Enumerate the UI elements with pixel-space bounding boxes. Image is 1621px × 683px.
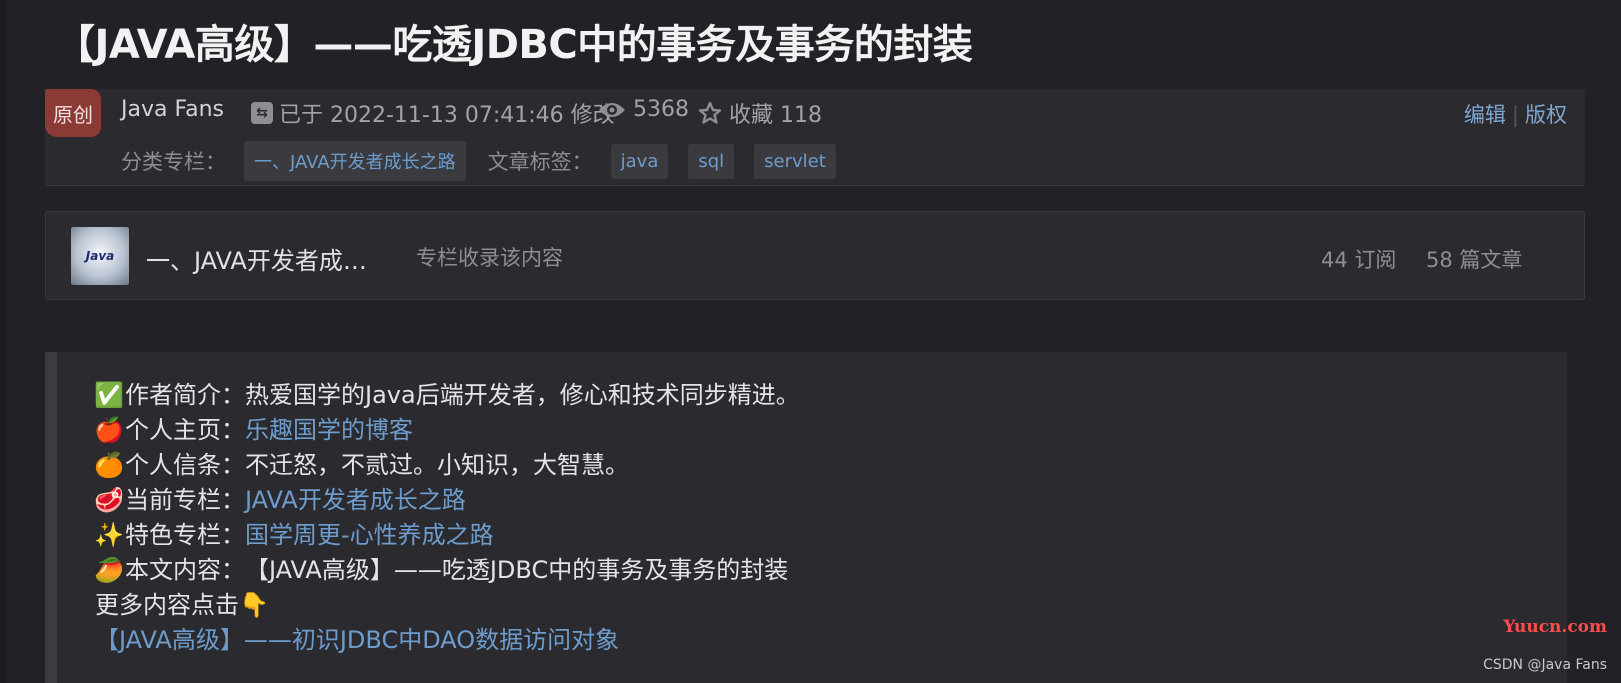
tag-sql[interactable]: sql: [688, 143, 735, 179]
check-mark-icon: ✅: [94, 381, 124, 409]
column-note: 专栏收录该内容: [416, 246, 563, 270]
related-article-line: 【JAVA高级】——初识JDBC中DAO数据访问对象: [95, 623, 800, 658]
article-meta-box: 原创 Java Fans ⇆ 已于 2022-11-13 07:41:46 修改…: [45, 89, 1585, 186]
view-count-text: 5368: [633, 97, 689, 122]
eye-icon: [597, 99, 627, 121]
intro-value: 【JAVA高级】——吃透JDBC中的事务及事务的封装: [245, 556, 789, 584]
category-pill[interactable]: 一、JAVA开发者成长之路: [244, 141, 466, 181]
left-edge-strip: [0, 0, 6, 683]
edit-icon: ⇆: [251, 102, 273, 124]
column-articles: 58 篇文章: [1426, 248, 1523, 272]
orange-icon: 🍊: [94, 451, 124, 479]
intro-line-featured-column: ✨ 特色专栏： 国学周更-心性养成之路: [94, 518, 800, 553]
category-tags-row: 分类专栏： 一、JAVA开发者成长之路 文章标签： java sql servl…: [121, 141, 836, 181]
intro-line-bio: ✅ 作者简介： 热爱国学的Java后端开发者，修心和技术同步精进。: [94, 378, 800, 413]
modified-info: ⇆ 已于 2022-11-13 07:41:46 修改: [251, 97, 615, 129]
intro-label: 个人主页：: [125, 416, 245, 444]
intro-line-content: 🥭 本文内容： 【JAVA高级】——吃透JDBC中的事务及事务的封装: [94, 553, 800, 588]
copyright-link[interactable]: 版权: [1525, 103, 1567, 127]
intro-label: 作者简介：: [125, 381, 245, 409]
star-icon: [697, 101, 723, 125]
intro-value: 不迁怒，不贰过。小知识，大智慧。: [245, 451, 629, 479]
csdn-watermark: CSDN @Java Fans: [1483, 657, 1607, 673]
intro-line-homepage: 🍎 个人主页： 乐趣国学的博客: [94, 413, 800, 448]
column-title[interactable]: 一、JAVA开发者成…: [146, 241, 367, 276]
related-article-link[interactable]: 【JAVA高级】——初识JDBC中DAO数据访问对象: [95, 623, 619, 658]
apple-icon: 🍎: [94, 416, 124, 444]
favorite-button[interactable]: 收藏 118: [697, 97, 822, 129]
author-link[interactable]: Java Fans: [121, 97, 224, 122]
current-column-link[interactable]: JAVA开发者成长之路: [245, 483, 466, 518]
original-badge: 原创: [45, 89, 101, 137]
tag-java[interactable]: java: [610, 143, 669, 179]
intro-value: 热爱国学的Java后端开发者，修心和技术同步精进。: [245, 381, 800, 409]
more-content-line: 更多内容点击 👇: [95, 588, 800, 623]
pointing-down-icon: 👇: [239, 591, 269, 619]
intro-blockquote: ✅ 作者简介： 热爱国学的Java后端开发者，修心和技术同步精进。 🍎 个人主页…: [45, 352, 1567, 683]
tag-servlet[interactable]: servlet: [754, 143, 836, 179]
article-title: 【JAVA高级】——吃透JDBC中的事务及事务的封装: [55, 22, 973, 68]
featured-column-link[interactable]: 国学周更-心性养成之路: [245, 518, 494, 553]
intro-line-motto: 🍊 个人信条： 不迁怒，不贰过。小知识，大智慧。: [94, 448, 800, 483]
column-subscribers: 44 订阅: [1321, 248, 1397, 272]
author-intro: ✅ 作者简介： 热爱国学的Java后端开发者，修心和技术同步精进。 🍎 个人主页…: [94, 378, 800, 658]
meat-icon: 🥩: [94, 486, 124, 514]
meta-actions: 编辑 | 版权: [1464, 99, 1567, 129]
intro-line-current-column: 🥩 当前专栏： JAVA开发者成长之路: [94, 483, 800, 518]
intro-label: 本文内容：: [125, 556, 245, 584]
intro-label: 特色专栏：: [125, 521, 245, 549]
intro-label: 当前专栏：: [125, 486, 245, 514]
favorite-count-text: 收藏 118: [729, 103, 822, 128]
sparkles-icon: ✨: [94, 521, 124, 549]
view-count: 5368: [597, 97, 689, 122]
more-content-text: 更多内容点击: [95, 591, 239, 619]
tags-label: 文章标签：: [487, 150, 593, 174]
edit-link[interactable]: 编辑: [1464, 103, 1506, 127]
column-thumbnail: Java: [71, 227, 129, 285]
homepage-link[interactable]: 乐趣国学的博客: [245, 413, 413, 448]
mango-icon: 🥭: [94, 556, 124, 584]
site-watermark: Yuucn.com: [1503, 617, 1607, 637]
modified-text: 已于 2022-11-13 07:41:46 修改: [279, 103, 615, 128]
category-label: 分类专栏：: [121, 150, 226, 174]
link-divider: |: [1511, 103, 1519, 127]
column-card[interactable]: Java 一、JAVA开发者成… 专栏收录该内容 44 订阅 58 篇文章: [45, 211, 1585, 300]
intro-label: 个人信条：: [125, 451, 245, 479]
